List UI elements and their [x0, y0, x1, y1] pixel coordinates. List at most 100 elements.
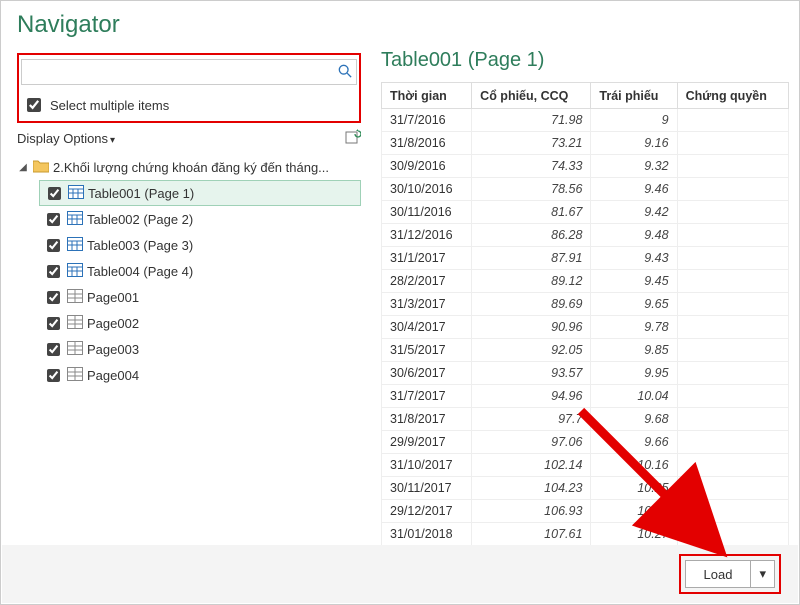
table-cell: 97.06 [472, 431, 591, 454]
table-cell: 102.14 [472, 454, 591, 477]
page-icon [67, 315, 83, 332]
table-cell: 97.7 [472, 408, 591, 431]
column-header[interactable]: Cổ phiếu, CCQ [472, 83, 591, 109]
search-icon[interactable] [334, 64, 356, 81]
table-cell: 31/1/2017 [382, 247, 472, 270]
load-dropdown-button[interactable]: ▾ [751, 560, 775, 588]
column-header[interactable]: Trái phiếu [591, 83, 677, 109]
table-cell: 29/12/2017 [382, 500, 472, 523]
table-cell: 9.32 [591, 155, 677, 178]
select-multiple-checkbox[interactable]: Select multiple items [21, 93, 357, 117]
table-cell: 31/8/2017 [382, 408, 472, 431]
tree-item[interactable]: Page001 [39, 284, 361, 310]
tree-item-checkbox[interactable] [47, 213, 60, 226]
tree-item[interactable]: Table001 (Page 1) [39, 180, 361, 206]
table-row: 29/9/201797.069.66 [382, 431, 789, 454]
folder-icon [33, 159, 49, 176]
table-cell: 30/6/2017 [382, 362, 472, 385]
table-cell: 107.61 [472, 523, 591, 546]
table-cell: 93.57 [472, 362, 591, 385]
table-cell: 31/8/2016 [382, 132, 472, 155]
tree-item[interactable]: Table003 (Page 3) [39, 232, 361, 258]
table-cell: 94.96 [472, 385, 591, 408]
tree-item-checkbox[interactable] [47, 265, 60, 278]
table-cell [677, 155, 788, 178]
tree-item[interactable]: Page002 [39, 310, 361, 336]
table-cell: 31/10/2017 [382, 454, 472, 477]
table-cell: 89.12 [472, 270, 591, 293]
tree-item-checkbox[interactable] [47, 239, 60, 252]
twisty-icon[interactable]: ◢ [17, 162, 29, 173]
table-cell: 90.96 [472, 316, 591, 339]
table-cell [677, 523, 788, 546]
table-cell: 92.05 [472, 339, 591, 362]
search-input[interactable] [22, 60, 334, 84]
table-cell: 10.27 [591, 523, 677, 546]
tree-item-label: Page002 [87, 316, 139, 331]
preview-table: Thời gianCổ phiếu, CCQTrái phiếuChứng qu… [381, 82, 789, 546]
table-row: 31/8/201797.79.68 [382, 408, 789, 431]
table-cell: 9.68 [591, 408, 677, 431]
table-cell: 10.25 [591, 477, 677, 500]
table-row: 28/2/201789.129.45 [382, 270, 789, 293]
table-cell: 29/9/2017 [382, 431, 472, 454]
tree-item-checkbox[interactable] [47, 343, 60, 356]
table-cell [677, 477, 788, 500]
display-options-button[interactable]: Display Options▾ [17, 131, 115, 146]
preview-pane: Table001 (Page 1) Thời gianCổ phiếu, CCQ… [373, 1, 799, 546]
table-icon [67, 211, 83, 228]
tree-item[interactable]: Page004 [39, 362, 361, 388]
table-row: 30/4/201790.969.78 [382, 316, 789, 339]
table-icon [67, 237, 83, 254]
load-button[interactable]: Load [685, 560, 752, 588]
table-cell [677, 408, 788, 431]
table-cell: 9.85 [591, 339, 677, 362]
tree-folder-root[interactable]: ◢ 2.Khối lượng chứng khoán đăng ký đến t… [17, 154, 361, 180]
tree-item-checkbox[interactable] [47, 317, 60, 330]
table-cell: 31/7/2017 [382, 385, 472, 408]
table-row: 31/12/201686.289.48 [382, 224, 789, 247]
table-cell: 9.16 [591, 132, 677, 155]
table-cell: 9.45 [591, 270, 677, 293]
table-cell: 30/4/2017 [382, 316, 472, 339]
column-header[interactable]: Thời gian [382, 83, 472, 109]
tree-item-checkbox[interactable] [48, 187, 61, 200]
table-cell: 31/12/2016 [382, 224, 472, 247]
tree-item-label: Table002 (Page 2) [87, 212, 193, 227]
tree-item[interactable]: Table004 (Page 4) [39, 258, 361, 284]
table-cell: 9.48 [591, 224, 677, 247]
table-icon [68, 185, 84, 202]
select-multiple-label: Select multiple items [50, 98, 169, 113]
tree: ◢ 2.Khối lượng chứng khoán đăng ký đến t… [17, 154, 361, 388]
refresh-icon[interactable] [345, 129, 361, 148]
tree-item-checkbox[interactable] [47, 291, 60, 304]
tree-item-label: Table003 (Page 3) [87, 238, 193, 253]
table-row: 31/3/201789.699.65 [382, 293, 789, 316]
table-cell: 30/10/2016 [382, 178, 472, 201]
table-cell [677, 385, 788, 408]
table-cell [677, 247, 788, 270]
tree-item[interactable]: Page003 [39, 336, 361, 362]
table-cell: 106.93 [472, 500, 591, 523]
table-cell: 31/7/2016 [382, 109, 472, 132]
highlight-multiselect: Select multiple items [17, 53, 361, 123]
table-row: 30/6/201793.579.95 [382, 362, 789, 385]
table-row: 31/10/2017102.1410.16 [382, 454, 789, 477]
select-multiple-input[interactable] [27, 98, 41, 112]
table-cell: 9 [591, 109, 677, 132]
tree-item-label: Table004 (Page 4) [87, 264, 193, 279]
column-header[interactable]: Chứng quyền [677, 83, 788, 109]
tree-item[interactable]: Table002 (Page 2) [39, 206, 361, 232]
table-cell [677, 109, 788, 132]
table-cell: 71.98 [472, 109, 591, 132]
table-cell: 30/11/2016 [382, 201, 472, 224]
tree-item-checkbox[interactable] [47, 369, 60, 382]
navigator-title: Navigator [17, 11, 361, 39]
search-box[interactable] [21, 59, 357, 85]
navigator-left-pane: Navigator Select multiple items Display … [1, 1, 373, 546]
table-row: 31/7/201794.9610.04 [382, 385, 789, 408]
tree-folder-label: 2.Khối lượng chứng khoán đăng ký đến thá… [53, 160, 329, 175]
table-cell: 31/3/2017 [382, 293, 472, 316]
highlight-load: Load ▾ [679, 554, 781, 594]
table-row: 31/8/201673.219.16 [382, 132, 789, 155]
